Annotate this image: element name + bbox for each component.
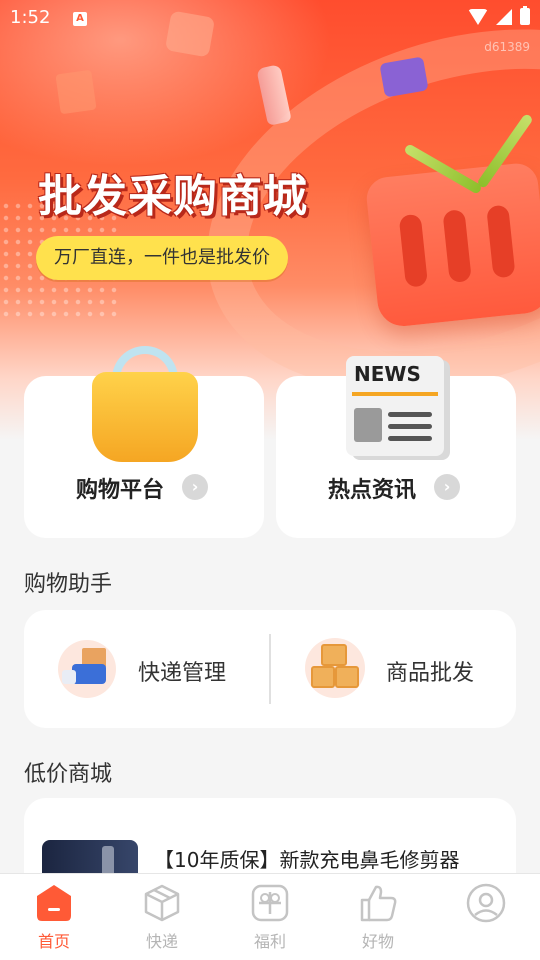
- thumbs-up-icon: [360, 885, 397, 922]
- tab-profile[interactable]: [432, 874, 540, 960]
- shopping-platform-label: 购物平台: [76, 478, 165, 503]
- truck-cab: [62, 670, 76, 684]
- tab-good-things[interactable]: 好物: [324, 874, 432, 960]
- hot-news-label: 热点资讯: [328, 478, 417, 503]
- news-icon-line: [388, 424, 432, 429]
- profile-icon: [466, 883, 506, 923]
- news-icon-line: [388, 436, 432, 441]
- floating-box-decoration: [55, 69, 97, 115]
- status-icons: [468, 6, 530, 25]
- tab-good-things-label: 好物: [361, 932, 394, 951]
- box-shape: [335, 666, 359, 688]
- shopping-basket-icon: [364, 161, 540, 329]
- delivery-truck-icon[interactable]: [58, 640, 116, 698]
- basket-slot: [442, 209, 472, 284]
- tab-express-label: 快递: [145, 932, 178, 951]
- low-price-mall-title: 低价商城: [24, 762, 113, 787]
- tab-express[interactable]: 快递: [108, 874, 216, 960]
- shopping-helper-title: 购物助手: [24, 572, 113, 597]
- floating-bottle-decoration: [256, 64, 292, 126]
- hero-title: 批发采购商城: [38, 171, 308, 222]
- tab-home-label: 首页: [37, 932, 70, 951]
- watermark: d61389: [484, 40, 530, 54]
- package-icon: [144, 884, 180, 922]
- bottom-tab-bar: 首页 快递 福利 好物: [0, 873, 540, 960]
- news-icon-bar: [352, 392, 438, 396]
- box-shape: [311, 666, 335, 688]
- shopping-bag-icon: [92, 372, 198, 462]
- tab-welfare-label: 福利: [253, 932, 286, 951]
- product-title[interactable]: 【10年质保】新款充电鼻毛修剪器: [154, 844, 459, 873]
- basket-slot: [398, 213, 429, 288]
- tab-home[interactable]: 首页: [0, 874, 108, 960]
- status-bar: 1:52 A: [0, 0, 540, 36]
- truck-body: [72, 664, 106, 684]
- hero-banner: 批发采购商城 万厂直连，一件也是批发价: [0, 0, 540, 440]
- status-time: 1:52: [10, 7, 51, 28]
- news-icon-text: NEWS: [354, 362, 421, 386]
- boxes-icon[interactable]: [305, 638, 365, 698]
- wifi-icon: [468, 8, 488, 25]
- box-shape: [321, 644, 347, 666]
- basket-slot: [486, 204, 516, 279]
- arrow-right-icon: ›: [434, 474, 460, 500]
- hero-subtitle-pill: 万厂直连，一件也是批发价: [36, 236, 288, 280]
- news-icon-image: [354, 408, 382, 442]
- arrow-right-icon: ›: [182, 474, 208, 500]
- gift-icon: [251, 884, 289, 922]
- tab-welfare[interactable]: 福利: [216, 874, 324, 960]
- notification-a-icon: A: [73, 12, 87, 26]
- news-icon-line: [388, 412, 432, 417]
- signal-icon: [496, 8, 512, 25]
- helper-divider: [269, 634, 271, 704]
- battery-icon: [520, 6, 530, 25]
- newspaper-icon: NEWS: [346, 356, 444, 456]
- wholesale-goods-label[interactable]: 商品批发: [386, 655, 474, 687]
- express-management-label[interactable]: 快递管理: [138, 655, 226, 687]
- home-icon: [37, 885, 71, 921]
